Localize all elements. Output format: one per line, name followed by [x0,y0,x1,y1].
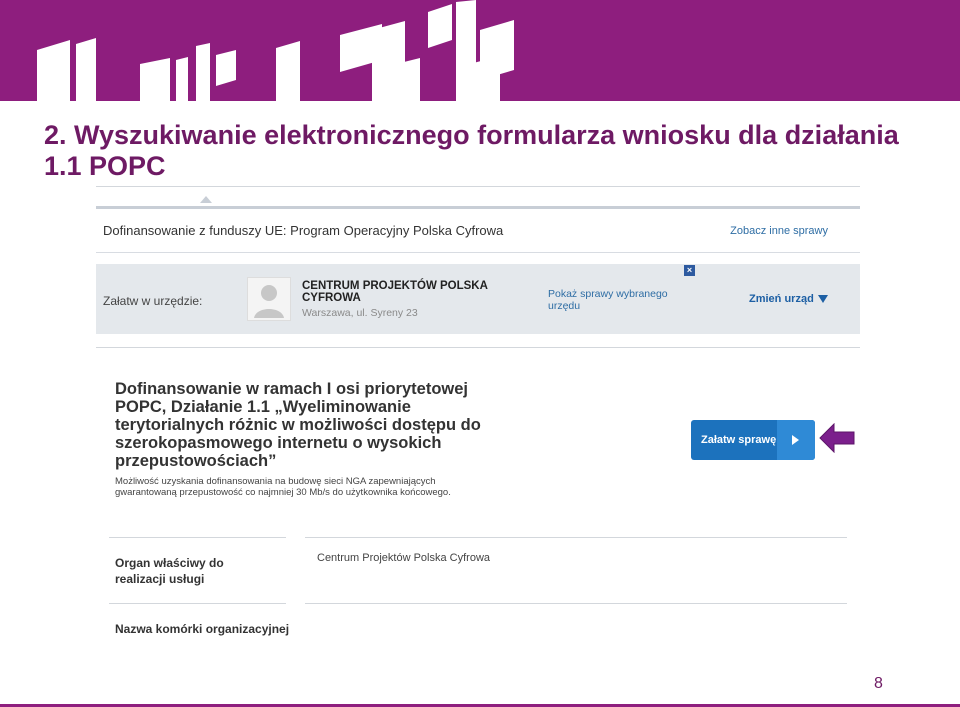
handle-case-button-label: Załatw sprawę [701,434,777,446]
handle-case-button[interactable]: Załatw sprawę [691,420,815,460]
table-divider [305,603,847,604]
left-arrow-icon [819,423,855,453]
office-panel: Załatw w urzędzie: CENTRUM PROJEKTÓW POL… [96,264,860,334]
table-divider [109,603,286,604]
service-description: Możliwość uzyskania dofinansowania na bu… [115,476,451,498]
office-label: Załatw w urzędzie: [103,294,203,308]
close-icon[interactable]: × [684,265,695,276]
table-divider [109,537,286,538]
section-divider [96,347,860,348]
brand-header-bar [0,0,960,101]
office-address: Warszawa, ul. Syreny 23 [302,307,418,319]
brand-logo-shapes [37,0,514,101]
details-label-authority: Organ właściwy do realizacji usługi [115,556,224,586]
top-divider [96,186,860,187]
caret-icon [200,196,212,203]
table-divider [305,537,847,538]
details-value-authority: Centrum Projektów Polska Cyfrowa [317,552,491,564]
service-title: Dofinansowanie w ramach I osi prioryteto… [115,380,481,470]
change-office-link[interactable]: Zmień urząd [749,293,814,305]
play-icon-segment [777,420,815,460]
user-avatar-icon [247,277,291,321]
slide-title: 2. Wyszukiwanie elektronicznego formular… [44,120,899,181]
details-label-unit: Nazwa komórki organizacyjnej [115,622,290,636]
page-number: 8 [874,675,883,692]
office-name: CENTRUM PROJEKTÓW POLSKA CYFROWA [302,280,488,304]
other-cases-link[interactable]: Zobacz inne sprawy [730,225,828,237]
show-office-cases-link[interactable]: Pokaż sprawy wybranego urzędu [548,288,678,312]
play-icon [792,435,799,445]
program-heading-row: Dofinansowanie z funduszy UE: Program Op… [96,206,860,253]
program-title: Dofinansowanie z funduszy UE: Program Op… [103,223,504,238]
chevron-down-icon[interactable] [818,295,828,303]
